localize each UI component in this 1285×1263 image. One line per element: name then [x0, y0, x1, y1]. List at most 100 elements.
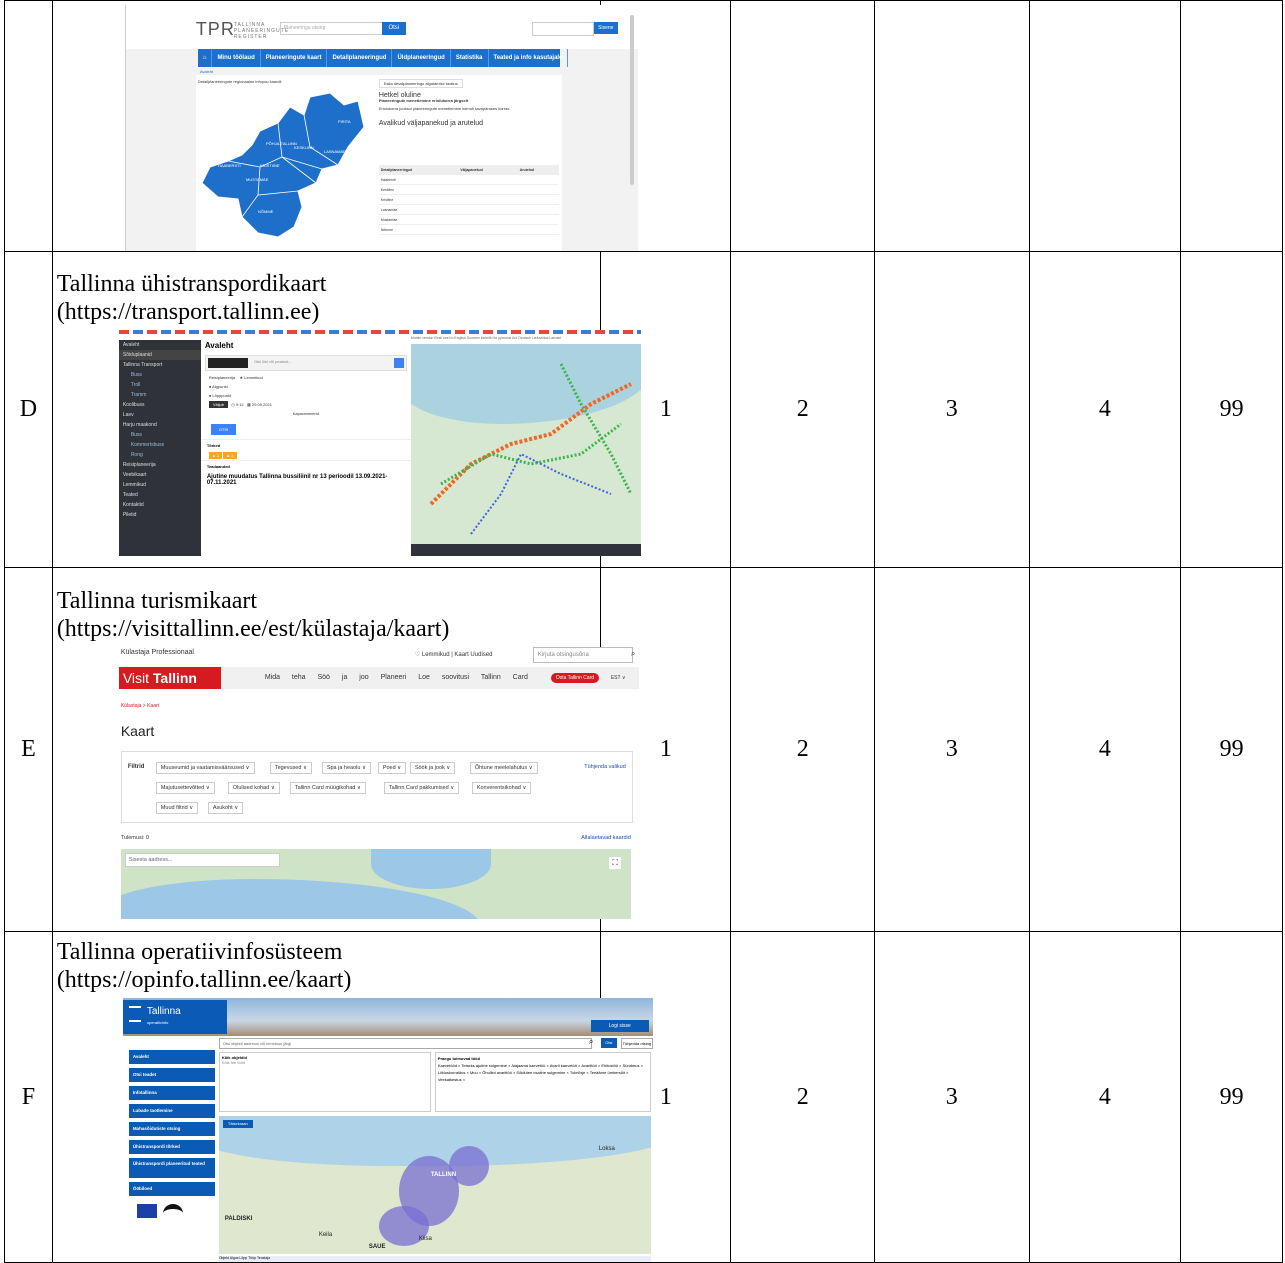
search-button[interactable]: OTSI [210, 423, 237, 435]
sidebar-item[interactable]: Avaleht [128, 1050, 215, 1064]
language-select[interactable]: EST ∨ [611, 675, 626, 681]
sidebar-item[interactable]: Ühistranspordi tõrked [128, 1140, 215, 1154]
fullscreen-icon[interactable]: ⛶ [609, 856, 621, 869]
filter-chip[interactable]: Muuseumid ja vaatamisväärsused ∨ [155, 761, 255, 774]
filter-chip[interactable]: Tallinn Card müügikohad ∨ [289, 781, 366, 794]
address-input[interactable]: Sisesta aadress... [124, 852, 280, 867]
tpr-nav-item[interactable]: Planeeringute kaart [261, 49, 328, 67]
tab-planner[interactable]: Reisiplaneerija [209, 375, 235, 380]
sidebar-item[interactable]: Laev [119, 410, 201, 420]
sidebar-item[interactable]: Veebikaart [119, 470, 201, 480]
transport-map[interactable] [410, 343, 641, 544]
buy-card-button[interactable]: Osta Tallinn Card [550, 672, 600, 683]
main-menu[interactable]: Mida teha Söö ja joo Planeeri Loe soovit… [265, 674, 528, 681]
sidebar-item[interactable]: Buss [119, 430, 201, 440]
from-field[interactable]: ● Algpunkt [201, 382, 411, 391]
sidebar-item[interactable]: Mahasõidutiste otsing [128, 1122, 215, 1136]
filter-chip[interactable]: Söök ja jook ∨ [409, 761, 456, 774]
fullscreen-button[interactable]: Täisekraan [222, 1120, 253, 1128]
tpr-login-button[interactable]: Sisene [593, 22, 618, 34]
search-icon[interactable] [393, 357, 404, 368]
filter-chip[interactable]: Majutusettevõtted ∨ [155, 781, 215, 794]
sidebar-item[interactable]: Ühistranspordi planeeritud teated [128, 1158, 215, 1178]
filters-label: Filtrid [127, 763, 145, 770]
breadcrumb[interactable]: Külastaja > Kaart [121, 703, 159, 709]
row-title: Tallinna operatiivinfosüsteem [56, 939, 343, 965]
tourist-map[interactable]: Sisesta aadress... ⛶ [120, 848, 631, 919]
transport-search-bar[interactable]: Otsi liini või peatust... [204, 354, 407, 371]
time-controls[interactable]: Väljub ◷ 9:12 ▦ 20.09.2021 [201, 400, 411, 409]
filter-chip[interactable]: Tegevused ∨ [269, 761, 312, 774]
tpr-nav-item[interactable]: Statistika [451, 49, 489, 67]
news-headline[interactable]: Ajutine muudatus Tallinna bussiliinil nr… [201, 472, 411, 488]
work-tags[interactable]: Praegu toimuvad tööd Kaevetööd × Teiseks … [434, 1052, 651, 1112]
tallinn-district-map[interactable]: PIRITA PÕHJA-TALLINN KESKLINN LASNAMÄE H… [198, 87, 368, 251]
score-cell: 4 [1028, 567, 1182, 932]
tpr-nav-item[interactable]: Detailplaneeringud [327, 49, 393, 67]
eu-flag-logo [136, 1204, 157, 1218]
tpr-nav-item[interactable]: Minu töölaud [212, 49, 261, 67]
filter-chip[interactable]: Õhtune meelelahutus ∨ [469, 761, 538, 774]
to-field[interactable]: ● Lõpppunkt [201, 391, 411, 400]
sidebar-item[interactable]: Reisiplaneerija [119, 460, 201, 470]
filter-chip[interactable]: Olulised kohad ∨ [227, 781, 280, 794]
home-icon[interactable]: ⌂ [198, 49, 213, 67]
clear-filters-link[interactable]: Tühjenda valikud [584, 764, 626, 770]
clear-search-button[interactable]: Tühjenda otsing [620, 1038, 653, 1049]
score-cell: 2 [730, 251, 875, 568]
language-bar[interactable]: Mobile version Eesti keel In English Suo… [411, 336, 641, 344]
sidebar-item[interactable]: Kontaktid [119, 500, 201, 510]
login-button[interactable]: Logi sisse [590, 1020, 649, 1032]
search-button[interactable]: Otsi [600, 1038, 617, 1048]
object-select[interactable]: Kõik objektid Kõik tee tööd [218, 1052, 431, 1112]
visit-tallinn-logo[interactable]: Visit Tallinn [118, 666, 221, 689]
opinfo-logo[interactable]: Tallinna operatiivinfo [122, 1000, 227, 1034]
sidebar-item[interactable]: Harju maakond [119, 420, 201, 430]
sidebar-item[interactable]: Lubade taotlemine [128, 1104, 215, 1118]
opinfo-map[interactable]: TALLINN PALDISKI SAUE Keila Kiisa Loksa [218, 1116, 651, 1254]
sidebar-item[interactable]: Avaleht [119, 340, 201, 350]
table-cell: Lasnamäe [378, 204, 459, 215]
menu-button[interactable] [207, 357, 248, 368]
sidebar-item[interactable]: Sõiduplaanid [118, 349, 201, 360]
sidebar-item[interactable]: Buss [119, 370, 201, 380]
tpr-breadcrumb[interactable]: Avaleht [200, 69, 213, 74]
tpr-search-button[interactable]: Otsi [381, 22, 406, 35]
sidebar-item[interactable]: Lemmikud [119, 480, 201, 490]
score-cell [873, 0, 1030, 252]
sidebar-item[interactable]: Ööbiloed [128, 1182, 215, 1196]
sidebar-item[interactable]: Tramm [119, 390, 201, 400]
sidebar-item[interactable]: Tallinna Transport [119, 360, 201, 370]
filter-chip[interactable]: Spa ja heaolu ∨ [321, 761, 372, 774]
search-icon[interactable]: ⌕ [631, 649, 635, 659]
filter-chip[interactable]: Asukoht ∨ [207, 801, 244, 814]
filter-chip[interactable]: Poed ∨ [377, 761, 407, 774]
top-links[interactable]: ♡ Lemmikud | Kaart Uudised [415, 651, 493, 658]
tpr-nav-item[interactable]: Teated ja info kasutajale [489, 49, 569, 67]
tab-favorites[interactable]: Lemmikud [244, 375, 262, 380]
audience-switch[interactable]: Külastaja Professionaal [121, 649, 194, 656]
scrollbar[interactable] [629, 15, 634, 185]
search-icon[interactable]: ⌕ [589, 1037, 593, 1047]
tpr-login-field[interactable] [531, 22, 594, 36]
params-toggle[interactable]: Kaparameetrid [201, 409, 411, 418]
sidebar-item[interactable]: Kommertsbuss [119, 440, 201, 450]
tpr-apply-link[interactable]: Esita detailplaneeringu algatamise taotl… [378, 79, 463, 88]
sidebar-item[interactable]: Piletid [119, 510, 201, 520]
filter-chip[interactable]: Konverentsikohad ∨ [471, 781, 532, 794]
filter-chip[interactable]: Tallinn Card pakkumised ∨ [383, 781, 460, 794]
sidebar-item[interactable]: Infotallinna [128, 1086, 215, 1100]
search-input[interactable]: Otsi objekti aadressi või nimetuse järgi [218, 1038, 592, 1049]
stripe-decoration [118, 329, 641, 334]
search-input[interactable]: Otsi liini või peatust... [254, 359, 292, 364]
tpr-nav-item[interactable]: Üldplaneeringud [392, 49, 451, 67]
sidebar-item[interactable]: Troll [119, 380, 201, 390]
search-input[interactable]: Kirjuta otsingusõna [532, 646, 633, 663]
sidebar-item[interactable]: Rong [119, 450, 201, 460]
sidebar-item[interactable]: Koolibuss [119, 400, 201, 410]
download-maps-link[interactable]: Allalaetavad kaardid [581, 835, 631, 841]
filter-chip[interactable]: Muud filtrid ∨ [155, 801, 199, 814]
sidebar-item[interactable]: Otsi teadet [128, 1068, 215, 1082]
tpr-search-input[interactable]: Planeeringu otsing [279, 22, 385, 35]
sidebar-item[interactable]: Teated [119, 490, 201, 500]
